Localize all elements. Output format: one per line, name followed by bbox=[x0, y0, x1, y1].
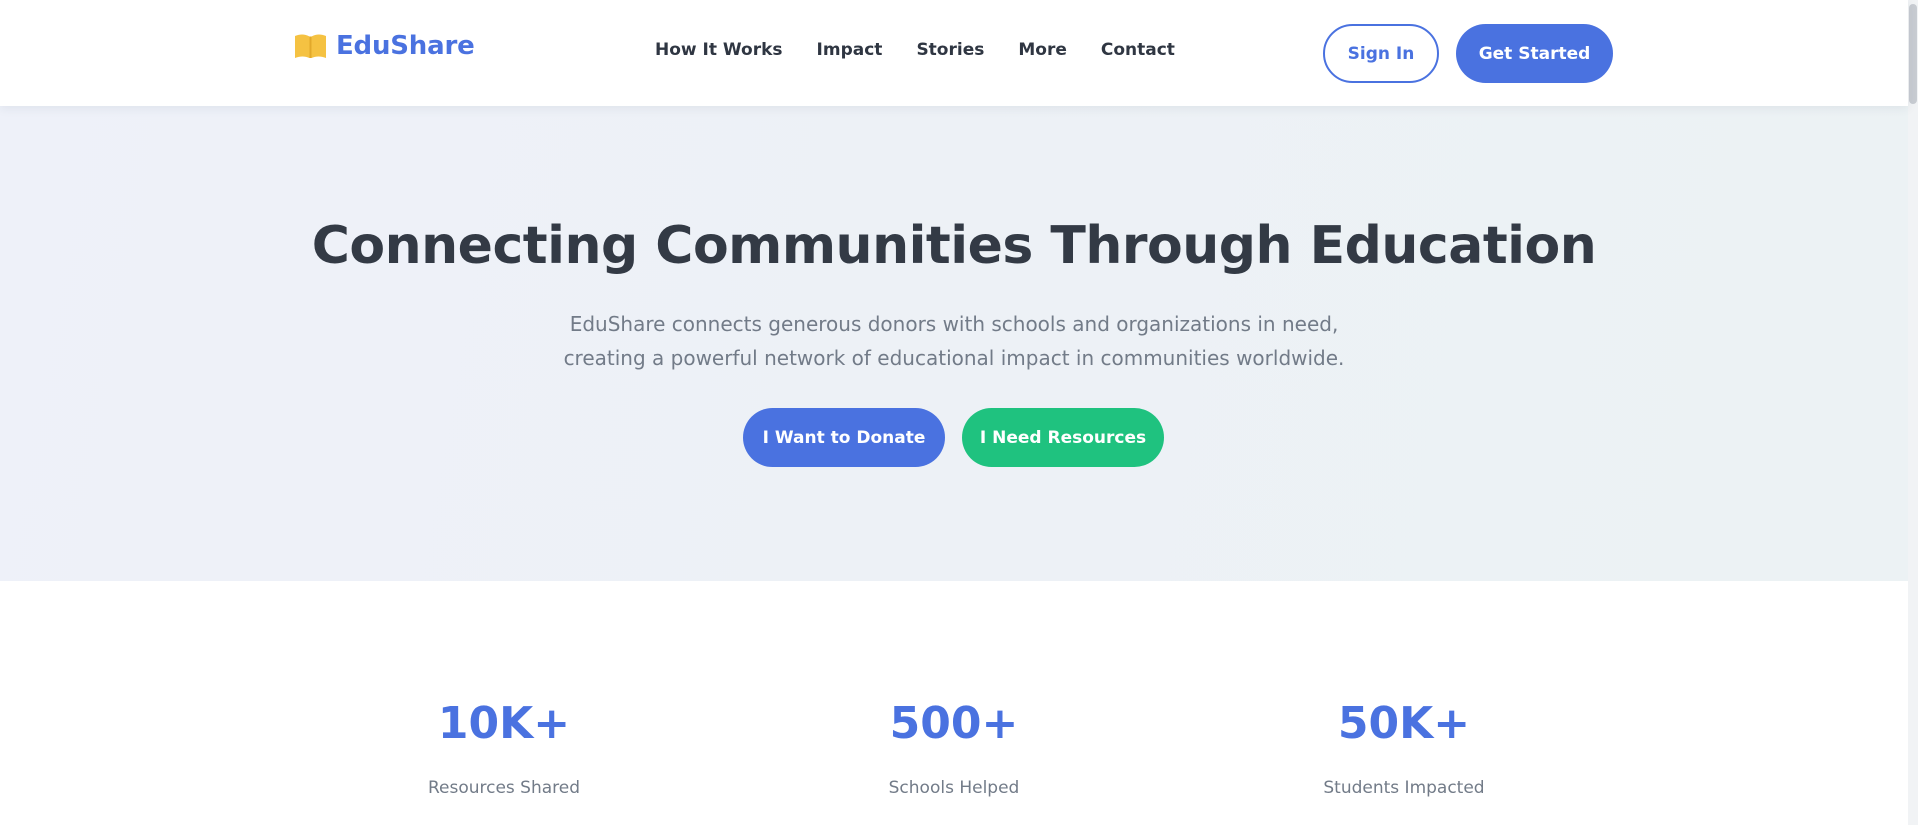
hero-section: Connecting Communities Through Education… bbox=[0, 106, 1908, 581]
nav-impact[interactable]: Impact bbox=[817, 42, 883, 59]
stat-label: Resources Shared bbox=[427, 778, 581, 798]
logo-text: EduShare bbox=[336, 31, 475, 61]
donate-button[interactable]: I Want to Donate bbox=[743, 408, 945, 467]
nav-how-it-works[interactable]: How It Works bbox=[655, 42, 783, 59]
hero-title: Connecting Communities Through Education bbox=[311, 216, 1597, 276]
open-book-icon bbox=[295, 34, 326, 58]
hero-subtitle: EduShare connects generous donors with s… bbox=[554, 307, 1354, 375]
stat-label: Schools Helped bbox=[888, 778, 1020, 798]
page-scrollbar[interactable] bbox=[1908, 0, 1918, 825]
get-started-button[interactable]: Get Started bbox=[1456, 24, 1613, 83]
logo-link[interactable]: EduShare bbox=[294, 33, 475, 59]
nav-more[interactable]: More bbox=[1018, 42, 1067, 59]
sign-in-button[interactable]: Sign In bbox=[1323, 24, 1439, 83]
nav-stories[interactable]: Stories bbox=[916, 42, 984, 59]
site-header: EduShare How It Works Impact Stories Mor… bbox=[0, 0, 1908, 106]
stat-label: Students Impacted bbox=[1323, 778, 1485, 798]
main-nav: How It Works Impact Stories More Contact bbox=[655, 42, 1175, 59]
stat-value: 50K+ bbox=[1337, 698, 1471, 749]
scrollbar-thumb[interactable] bbox=[1909, 4, 1917, 104]
stat-value: 500+ bbox=[889, 698, 1019, 749]
hero-subtitle-line-1: EduShare connects generous donors with s… bbox=[569, 312, 1339, 336]
need-resources-button[interactable]: I Need Resources bbox=[962, 408, 1164, 467]
nav-contact[interactable]: Contact bbox=[1101, 42, 1175, 59]
hero-subtitle-line-2: creating a powerful network of education… bbox=[563, 346, 1345, 370]
stats-section: 10K+ Resources Shared 500+ Schools Helpe… bbox=[0, 581, 1908, 825]
stat-value: 10K+ bbox=[437, 698, 571, 749]
